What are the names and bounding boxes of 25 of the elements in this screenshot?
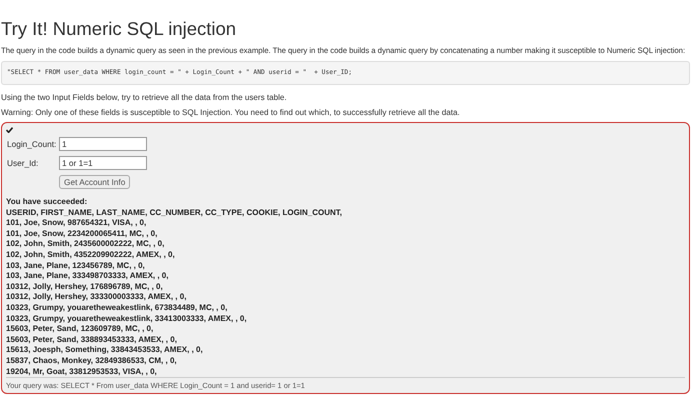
page-title: Try It! Numeric SQL injection <box>1 18 238 40</box>
field-label: Login_Count: <box>6 139 58 149</box>
output-line: 10312, Jolly, Hershey, 333300003333, AMEX, , 0, <box>6 292 188 303</box>
output-line: 15603, Peter, Sand, 338893453333, AMEX, , 0, <box>6 334 178 346</box>
output-line: 15613, Joesph, Something, 33843453533, AMEX, , 0, <box>6 345 204 356</box>
instruction-text: Using the two Input Fields below, try to retrieve all the data from the users table. <box>1 92 288 103</box>
instruction-text: Warning: Only one of these fields is susceptible to SQL Injection. You need to find out which, to successfully retrieve all the data. <box>1 107 461 118</box>
output-line: 10323, Grumpy, youaretheweakestlink, 673834489, MC, , 0, <box>6 302 228 314</box>
output-line: 15603, Peter, Sand, 123609789, MC, , 0, <box>6 324 154 335</box>
get-account-info-button[interactable]: Get Account Info <box>59 175 130 189</box>
output-line: 102, John, Smith, 2435600002222, MC, , 0, <box>6 239 166 250</box>
text-field[interactable]: 1 <box>59 137 147 151</box>
field-label: User_Id: <box>6 158 40 168</box>
output-line: 101, Joe, Snow, 2234200065411, MC, , 0, <box>6 228 158 240</box>
output-line: 102, John, Smith, 4352209902222, AMEX, , 0, <box>6 250 176 261</box>
output-line: 10312, Jolly, Hershey, 176896789, MC, , 0, <box>6 282 164 292</box>
output-line: 101, Joe, Snow, 987654321, VISA, , 0, <box>6 218 148 229</box>
feedback-title: You have succeeded: <box>6 197 88 208</box>
output-line: 103, Jane, Plane, 333498703333, AMEX, , 0, <box>6 271 170 282</box>
output-line: 10323, Grumpy, youaretheweakestlink, 33413003333, AMEX, , 0, <box>6 314 248 324</box>
output-line: 19204, Mr, Goat, 33812953533, VISA, , 0, <box>6 366 158 378</box>
output-line: USERID, FIRST_NAME, LAST_NAME, CC_NUMBER, CC_TYPE, COOKIE, LOGIN_COUNT, <box>6 208 344 218</box>
output-line: 103, Jane, Plane, 123456789, MC, , 0, <box>6 260 146 272</box>
text-field[interactable]: 1 or 1=1 <box>59 156 147 170</box>
output-line: 15837, Chaos, Monkey, 32849386533, CM, , 0, <box>6 356 178 366</box>
